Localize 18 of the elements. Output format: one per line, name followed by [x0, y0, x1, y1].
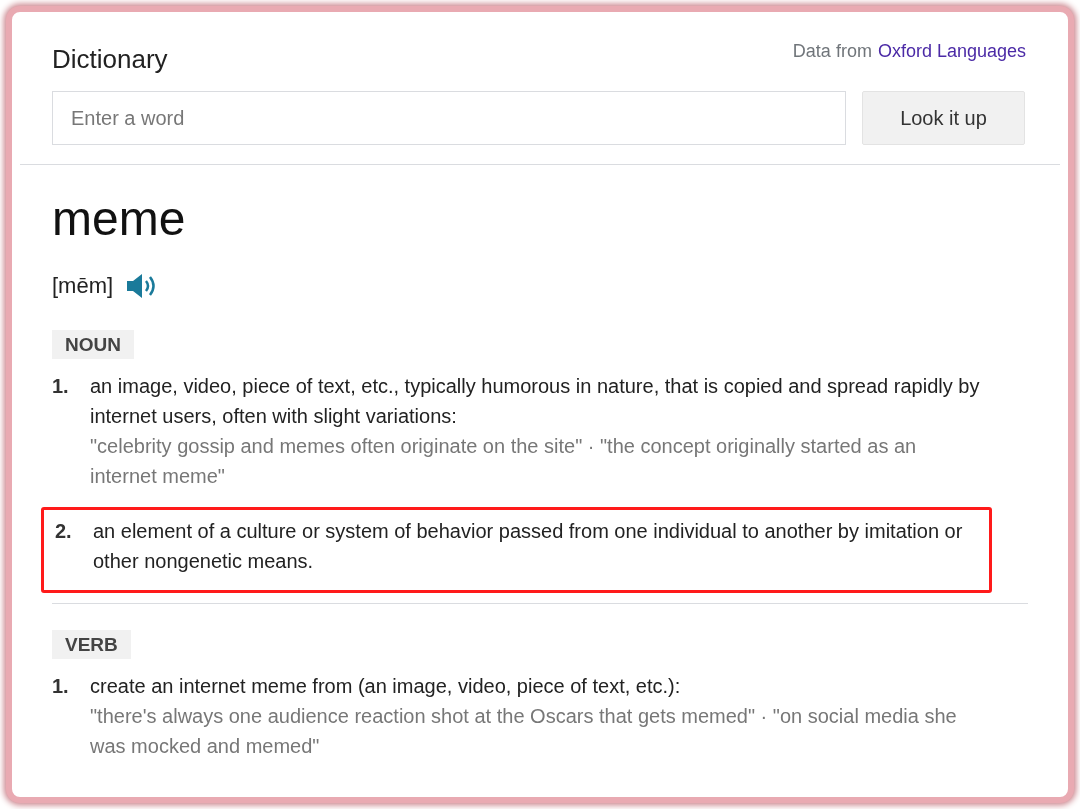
- part-of-speech-tag: VERB: [52, 630, 131, 659]
- look-up-button[interactable]: Look it up: [862, 91, 1025, 145]
- dictionary-title: Dictionary: [52, 43, 168, 76]
- example-text: "celebrity gossip and memes often originate on the site" · "the concept originally started as an internet meme": [90, 434, 918, 489]
- example-text: "there's always one audience reaction shot at the Oscars that gets memed" · "on social media she was mocked and memed": [90, 704, 958, 759]
- word-input-field[interactable]: Enter a word: [52, 91, 846, 145]
- speaker-icon[interactable]: [125, 272, 158, 299]
- sense-number: 1.: [52, 374, 70, 399]
- headword: meme: [52, 191, 187, 247]
- source-label: Data from: [792, 40, 872, 63]
- definition-text: an image, video, piece of text, etc., typically humorous in nature, that is copied and spread rapidly by internet users, often with slight variations:: [90, 374, 980, 429]
- definition-text: an element of a culture or system of behavior passed from one individual to another by imitation or other nongenetic means.: [93, 519, 964, 574]
- sense-number: 2.: [55, 519, 73, 544]
- definition-text: create an internet meme from (an image, video, piece of text, etc.):: [90, 674, 682, 699]
- part-of-speech-tag: NOUN: [52, 330, 134, 359]
- pronunciation: [mēm]: [52, 272, 114, 300]
- source-link[interactable]: Oxford Languages: [877, 38, 1026, 65]
- sense-number: 1.: [52, 674, 70, 699]
